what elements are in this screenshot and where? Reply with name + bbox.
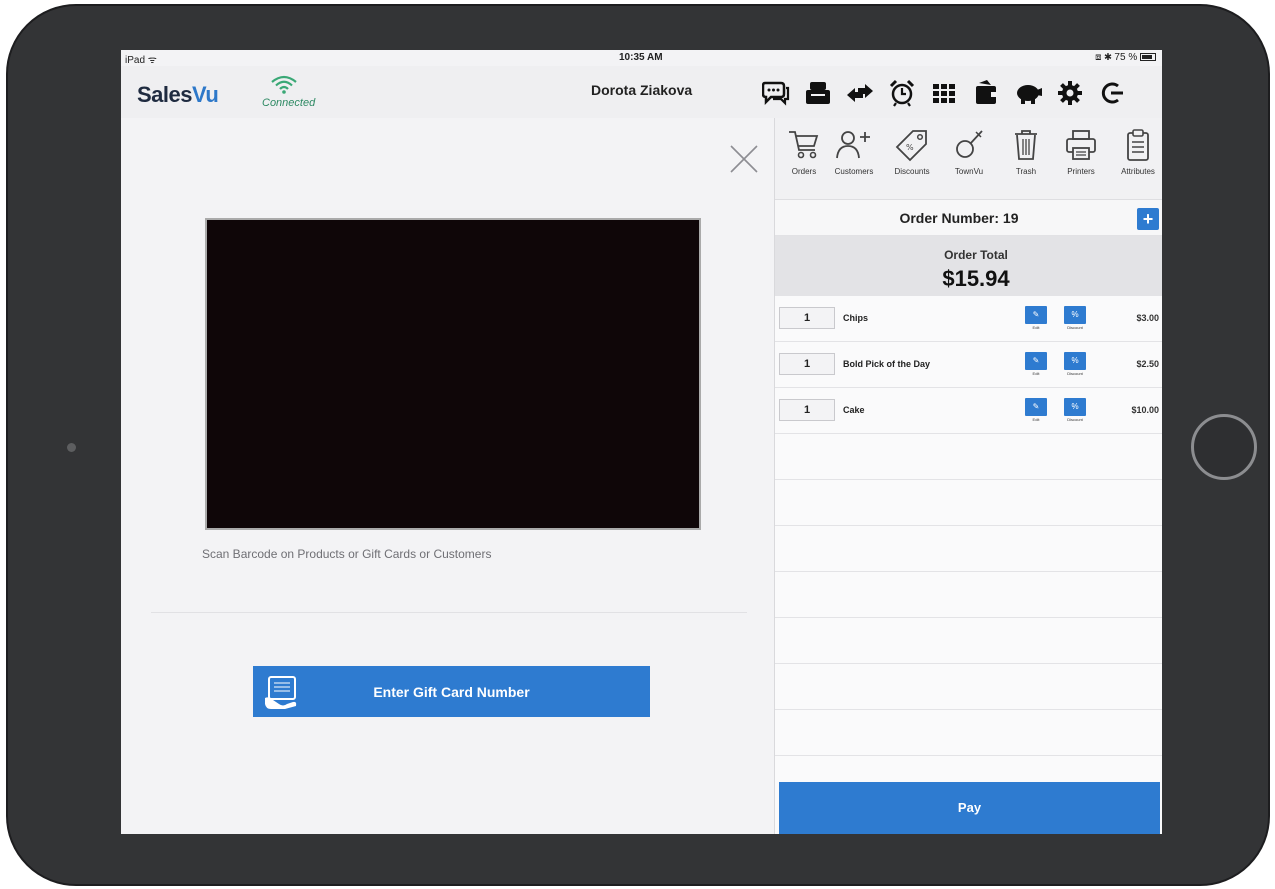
status-right: ⧈ ✱ 75 %: [1095, 52, 1156, 63]
quick-customers[interactable]: Customers: [827, 128, 881, 176]
empty-row: [775, 480, 1162, 526]
pencil-icon: ✎: [1025, 352, 1047, 370]
order-total: Order Total $15.94: [775, 236, 1162, 296]
gift-card-label: Enter Gift Card Number: [373, 683, 530, 700]
toolbar: [761, 78, 1127, 108]
barcode-camera-view[interactable]: [205, 218, 701, 530]
printer-icon: [1066, 130, 1096, 160]
discount-button[interactable]: % Discount: [1064, 306, 1086, 330]
quick-discounts[interactable]: % Discounts: [885, 128, 939, 176]
gear-icon[interactable]: [1055, 78, 1085, 108]
empty-order-rows: [775, 434, 1162, 756]
pay-button[interactable]: Pay: [779, 782, 1160, 834]
close-icon[interactable]: [728, 143, 760, 175]
svg-text:%: %: [906, 143, 914, 152]
quantity-field[interactable]: 1: [779, 353, 835, 375]
screen: iPad ᯤ 10:35 AM ⧈ ✱ 75 % SalesVu Connect…: [121, 50, 1162, 834]
chat-icon[interactable]: [761, 78, 791, 108]
connection-status: Connected: [262, 97, 316, 109]
front-camera: [67, 443, 76, 452]
order-number: Order Number: 19: [899, 210, 1019, 226]
enter-gift-card-button[interactable]: Enter Gift Card Number: [253, 666, 650, 717]
order-line-items: 1 Chips ✎ Edit % Discount $3.00 1 Bold Pic…: [775, 296, 1162, 434]
pencil-icon: ✎: [1025, 306, 1047, 324]
quick-printers[interactable]: Printers: [1054, 128, 1108, 176]
item-name: Chips: [843, 313, 869, 323]
item-name: Cake: [843, 405, 865, 415]
trash-icon: [1015, 130, 1037, 160]
grid-icon[interactable]: [929, 78, 959, 108]
order-total-value: $15.94: [942, 266, 1010, 291]
new-order-button[interactable]: +: [1137, 208, 1159, 230]
add-customer-icon: [836, 131, 870, 159]
item-price: $3.00: [1136, 313, 1159, 323]
empty-row: [775, 434, 1162, 480]
quantity-field[interactable]: 1: [779, 307, 835, 329]
wifi-icon: [271, 75, 297, 94]
order-number-row: Order Number: 19 +: [775, 200, 1162, 236]
order-panel: Orders Customers % Discounts TownVu Tras…: [774, 118, 1162, 834]
battery-icon: [1140, 53, 1156, 62]
device-label: iPad ᯤ: [125, 55, 157, 66]
item-name: Bold Pick of the Day: [843, 359, 931, 369]
piggy-bank-icon[interactable]: [1013, 78, 1043, 108]
line-item[interactable]: 1 Bold Pick of the Day ✎ Edit % Discount $…: [775, 342, 1162, 388]
empty-row: [775, 618, 1162, 664]
cash-register-icon[interactable]: [803, 78, 833, 108]
clipboard-icon: [1127, 129, 1149, 161]
percent-icon: %: [1064, 398, 1086, 416]
item-price: $2.50: [1136, 359, 1159, 369]
empty-row: [775, 526, 1162, 572]
pencil-icon: ✎: [1025, 398, 1047, 416]
logout-icon[interactable]: [1097, 78, 1127, 108]
percent-icon: %: [1064, 306, 1086, 324]
quick-attributes[interactable]: Attributes: [1111, 128, 1162, 176]
quick-actions-bar: Orders Customers % Discounts TownVu Tras…: [775, 118, 1162, 200]
line-item[interactable]: 1 Cake ✎ Edit % Discount $10.00: [775, 388, 1162, 434]
edit-button[interactable]: ✎ Edit: [1025, 352, 1047, 376]
tag-icon: %: [895, 130, 927, 162]
brand-logo: SalesVu: [137, 82, 219, 107]
wallet-icon[interactable]: [971, 78, 1001, 108]
quick-orders[interactable]: Orders: [777, 128, 831, 176]
transfer-arrows-icon[interactable]: [845, 78, 875, 108]
quick-townvu[interactable]: TownVu: [942, 128, 996, 176]
edit-button[interactable]: ✎ Edit: [1025, 398, 1047, 422]
battery-percent: 75 %: [1114, 52, 1138, 63]
user-name[interactable]: Dorota Ziakova: [591, 82, 692, 98]
empty-row: [775, 710, 1162, 756]
empty-row: [775, 572, 1162, 618]
alarm-clock-icon[interactable]: [887, 78, 917, 108]
quick-trash[interactable]: Trash: [999, 128, 1053, 176]
discount-button[interactable]: % Discount: [1064, 398, 1086, 422]
empty-row: [775, 664, 1162, 710]
app-header: SalesVu Connected Dorota Ziakova: [121, 66, 1162, 118]
status-bar: iPad ᯤ 10:35 AM ⧈ ✱ 75 %: [121, 50, 1162, 66]
gift-card-keypad-icon: [265, 676, 297, 709]
line-item[interactable]: 1 Chips ✎ Edit % Discount $3.00: [775, 296, 1162, 342]
cart-icon: [789, 131, 819, 159]
pin-icon: [956, 130, 983, 158]
scan-hint: Scan Barcode on Products or Gift Cards o…: [202, 547, 492, 561]
home-button[interactable]: [1191, 414, 1257, 480]
item-price: $10.00: [1131, 405, 1159, 415]
discount-button[interactable]: % Discount: [1064, 352, 1086, 376]
divider: [151, 612, 747, 613]
edit-button[interactable]: ✎ Edit: [1025, 306, 1047, 330]
quantity-field[interactable]: 1: [779, 399, 835, 421]
order-total-label: Order Total: [944, 248, 1008, 262]
percent-icon: %: [1064, 352, 1086, 370]
status-time: 10:35 AM: [619, 52, 663, 63]
